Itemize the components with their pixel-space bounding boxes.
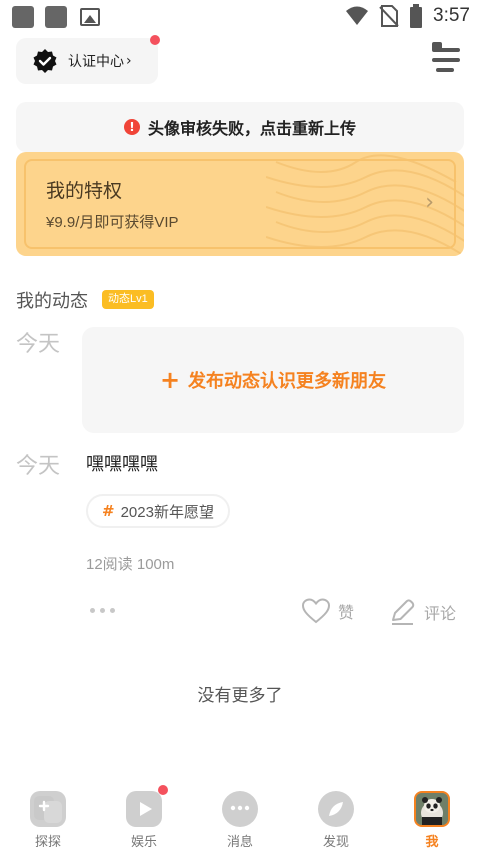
moment-meta: 12阅读 100m <box>86 556 175 573</box>
notification-dot <box>158 785 168 795</box>
explore-icon <box>30 791 66 827</box>
tab-discover[interactable]: 发现 <box>288 783 384 853</box>
privilege-card[interactable]: 我的特权 ¥9.9/月即可获得VIP › <box>16 152 464 256</box>
tab-me[interactable]: 我 <box>384 783 480 853</box>
wifi-icon <box>346 6 369 25</box>
cert-center-button[interactable]: 认证中心 › <box>16 35 160 84</box>
tab-explore[interactable]: 探探 <box>0 783 96 853</box>
topic-tag[interactable]: # 2023新年愿望 <box>86 494 230 528</box>
plus-icon: + <box>159 366 181 394</box>
no-more-text: 没有更多了 <box>197 686 283 705</box>
topic-tag-label: 2023新年愿望 <box>120 503 214 521</box>
image-icon <box>80 8 100 26</box>
hashtag-icon: # <box>102 502 115 520</box>
tab-messages[interactable]: 消息 <box>192 783 288 853</box>
play-icon <box>126 785 168 827</box>
publish-moment-button[interactable]: + 发布动态认识更多新朋友 <box>82 327 464 433</box>
tab-label: 消息 <box>226 834 253 849</box>
more-options-icon[interactable] <box>90 608 115 613</box>
menu-button[interactable] <box>432 42 460 74</box>
privilege-subtitle: ¥9.9/月即可获得VIP <box>46 214 179 231</box>
chevron-right-icon: › <box>126 53 132 69</box>
chat-icon <box>222 791 258 827</box>
compass-icon <box>318 791 354 827</box>
battery-icon <box>410 4 423 28</box>
notification-dot <box>150 35 160 45</box>
like-button[interactable]: 赞 <box>302 598 354 624</box>
tab-label: 发现 <box>322 834 349 849</box>
tab-label: 探探 <box>34 834 61 849</box>
like-label: 赞 <box>338 605 355 622</box>
day-label: 今天 <box>16 453 61 478</box>
day-label: 今天 <box>16 331 61 356</box>
comment-button[interactable]: 评论 <box>388 598 456 626</box>
privilege-title: 我的特权 <box>46 181 123 202</box>
notification-dot <box>432 42 442 52</box>
section-title: 我的动态 <box>16 291 88 311</box>
heart-icon <box>302 598 330 624</box>
no-sim-icon <box>379 5 399 27</box>
privilege-card-border <box>24 159 456 249</box>
bottom-tab-bar: 探探 娱乐 消息 发现 我 <box>0 783 480 853</box>
tab-label: 娱乐 <box>130 834 157 849</box>
warning-icon: ! <box>123 119 140 135</box>
avatar-review-alert[interactable]: ! 头像审核失败，点击重新上传 <box>16 102 464 152</box>
verified-badge-icon <box>33 49 57 73</box>
chevron-right-icon: › <box>425 190 434 215</box>
tab-entertainment[interactable]: 娱乐 <box>96 783 192 853</box>
avatar <box>414 791 450 827</box>
status-bar: 3:57 <box>0 0 480 34</box>
status-time: 3:57 <box>433 5 470 26</box>
notification-square-icon <box>45 6 67 28</box>
level-badge: 动态Lv1 <box>102 290 154 309</box>
comment-label: 评论 <box>424 606 457 623</box>
notification-square-icon <box>12 6 34 28</box>
cert-center-label: 认证中心 <box>68 53 124 69</box>
pen-icon <box>392 599 415 625</box>
tab-label: 我 <box>425 834 439 849</box>
alert-text: 头像审核失败，点击重新上传 <box>147 121 356 138</box>
moment-text[interactable]: 嘿嘿嘿嘿 <box>86 450 158 476</box>
publish-prompt: 发布动态认识更多新朋友 <box>188 371 387 391</box>
